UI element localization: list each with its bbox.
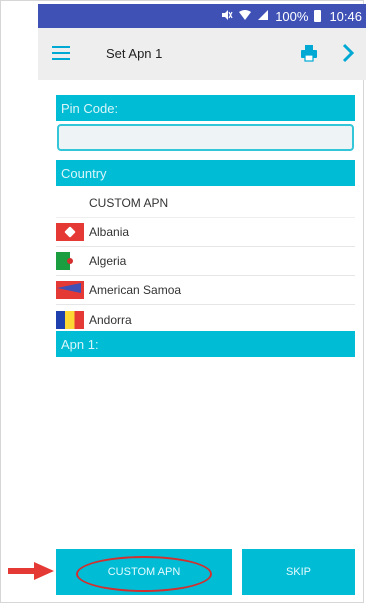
list-item-label: Albania [89, 225, 130, 239]
list-item-american-samoa[interactable]: American Samoa [56, 276, 355, 305]
skip-button[interactable]: SKIP [242, 549, 355, 595]
chevron-right-icon[interactable] [340, 42, 356, 64]
pin-code-input[interactable] [57, 124, 354, 151]
battery-icon [314, 10, 322, 22]
list-item-label: CUSTOM APN [89, 196, 169, 210]
list-item-algeria[interactable]: Algeria [56, 247, 355, 276]
toolbar: Set Apn 1 [38, 28, 366, 80]
wifi-icon [239, 9, 252, 23]
signal-icon [257, 9, 269, 23]
list-item-label: American Samoa [89, 283, 182, 297]
custom-apn-button[interactable]: CUSTOM APN [56, 549, 232, 595]
list-item-andorra[interactable]: Andorra [56, 305, 355, 334]
algeria-flag-icon [56, 252, 84, 270]
list-item-label: Andorra [89, 312, 132, 327]
status-bar: 100% 10:46 [38, 4, 366, 28]
country-label: Country [56, 160, 355, 186]
clock-time: 10:46 [329, 8, 362, 24]
albania-flag-icon [56, 223, 84, 241]
page-title: Set Apn 1 [106, 46, 163, 61]
pin-code-label: Pin Code: [56, 95, 355, 121]
list-item-albania[interactable]: Albania [56, 218, 355, 247]
list-item-custom-apn[interactable]: CUSTOM APN [56, 189, 355, 218]
apn-label: Apn 1: [56, 331, 355, 357]
country-list: CUSTOM APN Albania Algeria American Samo… [56, 189, 355, 334]
print-icon[interactable] [300, 44, 318, 62]
list-item-label: Algeria [89, 254, 127, 268]
andorra-flag-icon [56, 310, 84, 329]
battery-percent: 100% [275, 8, 309, 24]
hamburger-menu-icon[interactable] [52, 46, 70, 60]
mute-icon [221, 9, 233, 23]
samoa-flag-icon [56, 281, 84, 299]
arrow-right-icon [8, 562, 54, 580]
